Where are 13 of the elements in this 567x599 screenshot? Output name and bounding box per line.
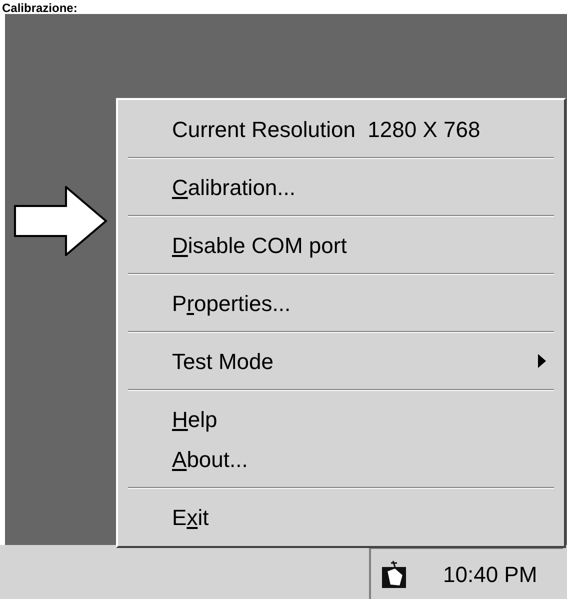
tray-app-icon — [381, 559, 407, 589]
menu-item[interactable]: Current Resolution 1280 X 768 — [128, 109, 554, 149]
menu-item[interactable]: Exit — [128, 497, 554, 537]
submenu-arrow-icon — [538, 354, 546, 368]
menu-item[interactable]: Calibration... — [128, 167, 554, 207]
menu-item[interactable]: Properties... — [128, 283, 554, 323]
pointer-arrow-icon — [14, 186, 108, 256]
menu-item[interactable]: Disable COM port — [128, 225, 554, 265]
menu-item[interactable]: Test Mode — [128, 341, 554, 381]
menu-item[interactable]: Help — [128, 399, 554, 439]
clock: 10:40 PM — [443, 560, 538, 588]
menu-item[interactable]: About... — [128, 439, 554, 479]
caption: Calibrazione: — [2, 2, 78, 14]
